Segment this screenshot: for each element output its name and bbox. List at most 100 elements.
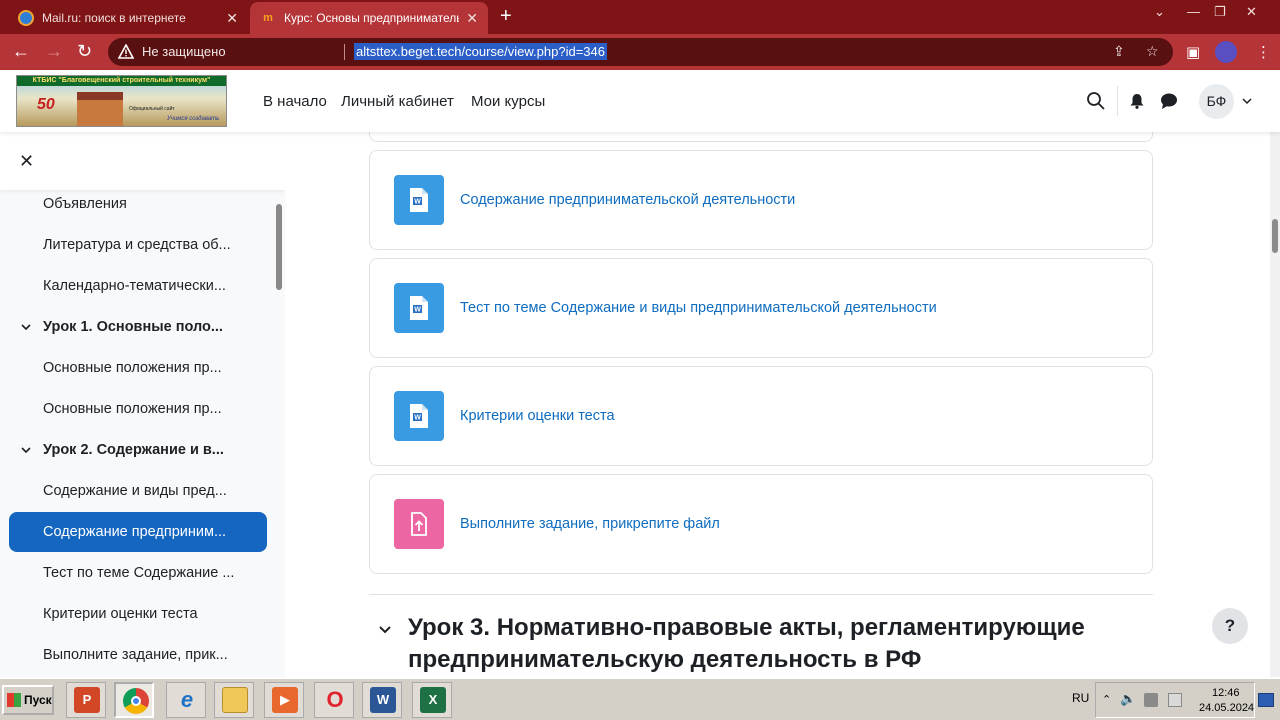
site-logo[interactable]: КТБИС "Благовещенский строительный техни… <box>16 75 227 127</box>
chevron-down-icon[interactable] <box>377 622 393 638</box>
start-button[interactable]: Пуск <box>2 685 54 715</box>
media-player-icon: ▶ <box>272 687 298 713</box>
os-taskbar: Пуск P e ▶ O W X RU ⌃ 🔈 12:46 24.05.2024 <box>0 677 1280 720</box>
taskbar-app-media-player[interactable]: ▶ <box>264 682 304 718</box>
chrome-icon <box>123 688 149 714</box>
taskbar-app-word[interactable]: W <box>362 682 402 718</box>
svg-text:W: W <box>414 199 421 206</box>
course-index-item[interactable]: Содержание и виды пред... <box>9 471 267 511</box>
section-title[interactable]: Урок 3. Нормативно-правовые акты, реглам… <box>408 612 1168 676</box>
help-button[interactable]: ? <box>1212 608 1248 644</box>
close-tab-icon[interactable]: ✕ <box>226 10 238 27</box>
course-index-item[interactable]: Основные положения пр... <box>9 389 267 429</box>
page-scrollbar-track[interactable] <box>1270 132 1280 677</box>
folder-icon <box>222 687 248 713</box>
svg-text:W: W <box>414 415 421 422</box>
course-index-item[interactable]: Тест по теме Содержание ... <box>9 553 267 593</box>
word-file-icon: W <box>394 391 444 441</box>
course-index-section[interactable]: Урок 1. Основные поло... <box>9 307 267 347</box>
internet-explorer-icon: e <box>180 687 194 712</box>
course-index-section-label: Урок 2. Содержание и в... <box>43 442 224 458</box>
tab-search-icon[interactable]: ⌄ <box>1154 4 1165 20</box>
bookmark-star-icon[interactable]: ☆ <box>1146 43 1159 60</box>
chevron-down-icon[interactable] <box>20 321 32 333</box>
powerpoint-icon: P <box>74 687 100 713</box>
messages-icon[interactable] <box>1160 92 1178 110</box>
activity-link[interactable]: Выполните задание, прикрепите файл <box>460 516 720 532</box>
course-index-item[interactable]: Объявления <box>9 184 267 224</box>
course-index-item[interactable]: Календарно-тематически... <box>9 266 267 306</box>
close-window-icon[interactable]: ✕ <box>1246 4 1257 20</box>
assignment-icon <box>394 499 444 549</box>
clock-time[interactable]: 12:46 <box>1212 687 1240 699</box>
drawer-scrollbar[interactable] <box>276 204 282 290</box>
moodle-favicon-icon: m <box>263 12 273 24</box>
menu-kebab-icon[interactable]: ⋮ <box>1256 43 1271 61</box>
course-index-item-active[interactable]: Содержание предприним... <box>9 512 267 552</box>
activity-card: Выполните задание, прикрепите файл <box>369 474 1153 574</box>
opera-icon: O <box>326 687 344 712</box>
taskbar-app-chrome[interactable] <box>114 682 154 718</box>
course-index-item[interactable]: Критерии оценки теста <box>9 594 267 634</box>
activity-card: W Содержание предпринимательской деятель… <box>369 150 1153 250</box>
tab-course[interactable]: m Курс: Основы предпринимательс ✕ <box>250 2 488 34</box>
activity-link[interactable]: Тест по теме Содержание и виды предприни… <box>460 300 937 316</box>
course-index-section[interactable]: Урок 2. Содержание и в... <box>9 430 267 470</box>
search-icon[interactable] <box>1086 91 1106 111</box>
course-index-label: Содержание предприним... <box>43 524 227 540</box>
minimize-icon[interactable]: — <box>1187 4 1200 19</box>
activity-link[interactable]: Критерии оценки теста <box>460 408 615 424</box>
show-desktop-icon[interactable] <box>1258 693 1274 707</box>
taskbar-app-file-explorer[interactable] <box>214 682 254 718</box>
user-avatar[interactable]: БФ <box>1199 84 1234 119</box>
nav-my-courses[interactable]: Мои курсы <box>471 93 545 110</box>
taskbar-app-powerpoint[interactable]: P <box>66 682 106 718</box>
tab-mailru[interactable]: Mail.ru: поиск в интернете ✕ <box>8 2 248 34</box>
course-index-drawer: ✕ Объявления Литература и средства об...… <box>0 132 285 677</box>
back-icon[interactable]: ← <box>12 41 30 61</box>
site-header: КТБИС "Благовещенский строительный техни… <box>0 70 1280 132</box>
bell-icon[interactable] <box>1129 93 1145 109</box>
excel-icon: X <box>420 687 446 713</box>
warning-icon[interactable] <box>118 44 134 60</box>
mailru-favicon-icon <box>18 10 34 26</box>
chevron-down-icon[interactable] <box>1241 95 1253 107</box>
address-bar[interactable]: Не защищено altsttex.beget.tech/course/v… <box>108 38 1173 66</box>
course-index-item[interactable]: Выполните задание, прик... <box>9 635 267 675</box>
course-index-label: Выполните задание, прик... <box>43 647 228 663</box>
clock-date[interactable]: 24.05.2024 <box>1199 702 1254 714</box>
restore-icon[interactable]: ❐ <box>1214 4 1226 20</box>
course-index-section-label: Урок 1. Основные поло... <box>43 319 223 335</box>
tab-title: Курс: Основы предпринимательс <box>284 11 459 25</box>
nav-dashboard[interactable]: Личный кабинет <box>341 93 454 110</box>
activity-link[interactable]: Содержание предпринимательской деятельно… <box>460 192 795 208</box>
reload-icon[interactable]: ↻ <box>77 41 92 61</box>
battery-icon[interactable] <box>1168 693 1182 707</box>
forward-icon[interactable]: → <box>45 41 63 61</box>
page-scrollbar-thumb[interactable] <box>1272 219 1278 253</box>
taskbar-app-opera[interactable]: O <box>314 682 354 718</box>
taskbar-app-excel[interactable]: X <box>412 682 452 718</box>
nav-home[interactable]: В начало <box>263 93 327 110</box>
course-index-label: Основные положения пр... <box>43 360 222 376</box>
course-index-label: Календарно-тематически... <box>43 278 226 294</box>
close-tab-icon[interactable]: ✕ <box>466 10 478 27</box>
chevron-down-icon[interactable] <box>20 444 32 456</box>
profile-avatar-icon[interactable] <box>1215 41 1237 63</box>
course-index-label: Тест по теме Содержание ... <box>43 565 235 581</box>
new-tab-button[interactable]: + <box>500 6 512 26</box>
close-drawer-icon[interactable]: ✕ <box>19 152 34 170</box>
course-index-label: Основные положения пр... <box>43 401 222 417</box>
url-text[interactable]: altsttex.beget.tech/course/view.php?id=3… <box>354 43 607 60</box>
taskbar-app-internet-explorer[interactable]: e <box>166 682 206 718</box>
course-index-item[interactable]: Литература и средства об... <box>9 225 267 265</box>
tray-expand-icon[interactable]: ⌃ <box>1102 693 1116 707</box>
network-icon[interactable] <box>1144 693 1158 707</box>
logo-anniversary: 50 <box>37 96 55 113</box>
share-icon[interactable]: ⇪ <box>1113 43 1125 60</box>
course-index-item[interactable]: Основные положения пр... <box>9 348 267 388</box>
course-index-label: Содержание и виды пред... <box>43 483 227 499</box>
side-panel-icon[interactable]: ▣ <box>1186 43 1200 61</box>
language-indicator[interactable]: RU <box>1072 691 1089 705</box>
volume-icon[interactable]: 🔈 <box>1120 691 1136 706</box>
